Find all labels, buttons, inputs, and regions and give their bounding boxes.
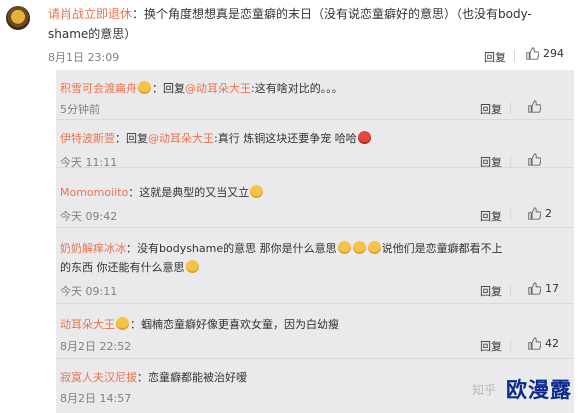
mention-link[interactable]: @动耳朵大王	[148, 132, 214, 145]
emoji-icon	[357, 131, 371, 144]
like-count: 2	[545, 207, 552, 220]
reply-username[interactable]: 伊特波斯萱	[60, 132, 115, 145]
like-button[interactable]: 2	[528, 207, 552, 220]
comment-text-line2: shame的意思）	[48, 27, 137, 41]
action-separator	[514, 50, 515, 62]
reply-button[interactable]: 回复	[484, 49, 506, 65]
reply-list: 积雪可会渡扁舟 ：回复@动耳朵大王:这有啥对比的。。。 5分钟前 回复 伊特波斯萱…	[56, 70, 574, 413]
reply-timestamp: 5分钟前	[60, 103, 100, 116]
action-separator	[510, 284, 511, 296]
reply-username[interactable]: Momomoiito	[60, 186, 128, 199]
reply-item: Momomoiito：这就是典型的又当又立 今天 09:42 回复 2	[56, 168, 574, 228]
like-button[interactable]: 294	[526, 47, 564, 60]
reply-timestamp: 8月2日 22:52	[60, 340, 132, 353]
comment-thread: 请肖战立即退休：换个角度想想真是恋童癖的末日（没有说恋童癖好的意思）（也没有bo…	[0, 0, 586, 413]
emoji-icon	[367, 241, 381, 254]
comment-timestamp: 8月1日 23:09	[48, 51, 120, 64]
reply-timestamp: 8月2日 14:57	[60, 392, 132, 405]
action-separator	[510, 209, 511, 221]
reply-button[interactable]: 回复	[480, 338, 502, 354]
main-comment-text: 请肖战立即退休：换个角度想想真是恋童癖的末日（没有说恋童癖好的意思）（也没有bo…	[48, 5, 532, 22]
emoji-icon	[337, 241, 351, 254]
emoji-icon	[116, 317, 129, 330]
reply-username[interactable]: 动耳朵大王	[60, 318, 115, 331]
like-button[interactable]: 42	[528, 337, 559, 350]
reply-text: 奶奶解痒冰冰：没有bodyshame的意思 那你是什么意思 说他们是恋童癖都看不上	[60, 240, 503, 256]
mention-link[interactable]: @动耳朵大王	[185, 82, 251, 95]
reply-body: ：没有bodyshame的意思 那你是什么意思	[126, 242, 337, 255]
main-comment: 请肖战立即退休：换个角度想想真是恋童癖的末日（没有说恋童癖好的意思）（也没有bo…	[0, 0, 586, 70]
comment-text-line1: ：换个角度想想真是恋童癖的末日（没有说恋童癖好的意思）（也没有body-	[132, 7, 532, 21]
reply-username[interactable]: 积雪可会渡扁舟	[60, 82, 137, 95]
reply-body-after: 说他们是恋童癖都看不上	[381, 242, 503, 255]
thumbs-up-icon	[528, 207, 541, 220]
thumbs-up-icon	[528, 282, 541, 295]
reply-body-after: :真行 炼铜这块还要争宠 哈哈	[214, 132, 357, 145]
like-count: 17	[545, 282, 559, 295]
watermark-small: 知乎	[472, 383, 497, 397]
reply-username[interactable]: 寂寞人夫汉尼拔	[60, 371, 137, 384]
thumbs-up-icon	[528, 100, 541, 113]
action-separator	[510, 102, 511, 114]
reply-text: 动耳朵大王 ：蝈楠恋童癖好像更喜欢女童，因为白幼瘦	[60, 316, 339, 332]
reply-item: 寂寞人夫汉尼拔：恋童癖都能被治好嗳 8月2日 14:57	[56, 359, 574, 413]
reply-button[interactable]: 回复	[480, 101, 502, 117]
reply-text: 积雪可会渡扁舟 ：回复@动耳朵大王:这有啥对比的。。。	[60, 80, 343, 96]
reply-button[interactable]: 回复	[480, 283, 502, 299]
emoji-icon	[250, 185, 264, 198]
like-button[interactable]: 17	[528, 282, 559, 295]
reply-body: ：回复	[152, 82, 185, 95]
reply-body: ：这就是典型的又当又立	[128, 186, 250, 199]
reply-item: 奶奶解痒冰冰：没有bodyshame的意思 那你是什么意思 说他们是恋童癖都看不上…	[56, 228, 574, 304]
thumbs-up-icon	[526, 47, 539, 60]
thumbs-up-icon	[528, 337, 541, 350]
reply-item: 积雪可会渡扁舟 ：回复@动耳朵大王:这有啥对比的。。。 5分钟前 回复	[56, 70, 574, 120]
reply-item: 动耳朵大王 ：蝈楠恋童癖好像更喜欢女童，因为白幼瘦 8月2日 22:52 回复 4…	[56, 304, 574, 359]
emoji-icon	[185, 260, 199, 273]
like-button[interactable]	[528, 153, 545, 166]
reply-body-line2: 的东西 你还能有什么意思	[60, 261, 185, 274]
like-count: 42	[545, 337, 559, 350]
reply-timestamp: 今天 09:11	[60, 285, 118, 298]
comment-username[interactable]: 请肖战立即退休	[48, 7, 132, 21]
thumbs-up-icon	[528, 153, 541, 166]
action-separator	[510, 339, 511, 351]
emoji-icon	[352, 241, 366, 254]
reply-text: Momomoiito：这就是典型的又当又立	[60, 184, 264, 200]
reply-text-line2: 的东西 你还能有什么意思	[60, 259, 200, 275]
like-button[interactable]	[528, 100, 545, 113]
reply-timestamp: 今天 09:42	[60, 210, 118, 223]
reply-body-after: :这有啥对比的。。。	[251, 82, 343, 95]
reply-button[interactable]: 回复	[480, 208, 502, 224]
emoji-icon	[138, 81, 151, 94]
like-count: 294	[543, 47, 564, 60]
reply-body: ：回复	[115, 132, 148, 145]
reply-text: 寂寞人夫汉尼拔：恋童癖都能被治好嗳	[60, 369, 247, 385]
watermark-logo: 欧漫露	[506, 378, 572, 402]
avatar[interactable]	[6, 6, 30, 30]
action-separator	[510, 155, 511, 167]
reply-username[interactable]: 奶奶解痒冰冰	[60, 242, 126, 255]
reply-text: 伊特波斯萱：回复@动耳朵大王:真行 炼铜这块还要争宠 哈哈	[60, 130, 372, 146]
reply-item: 伊特波斯萱：回复@动耳朵大王:真行 炼铜这块还要争宠 哈哈 今天 11:11 回…	[56, 120, 574, 169]
reply-body: ：蝈楠恋童癖好像更喜欢女童，因为白幼瘦	[130, 318, 339, 331]
reply-body: ：恋童癖都能被治好嗳	[137, 371, 247, 384]
